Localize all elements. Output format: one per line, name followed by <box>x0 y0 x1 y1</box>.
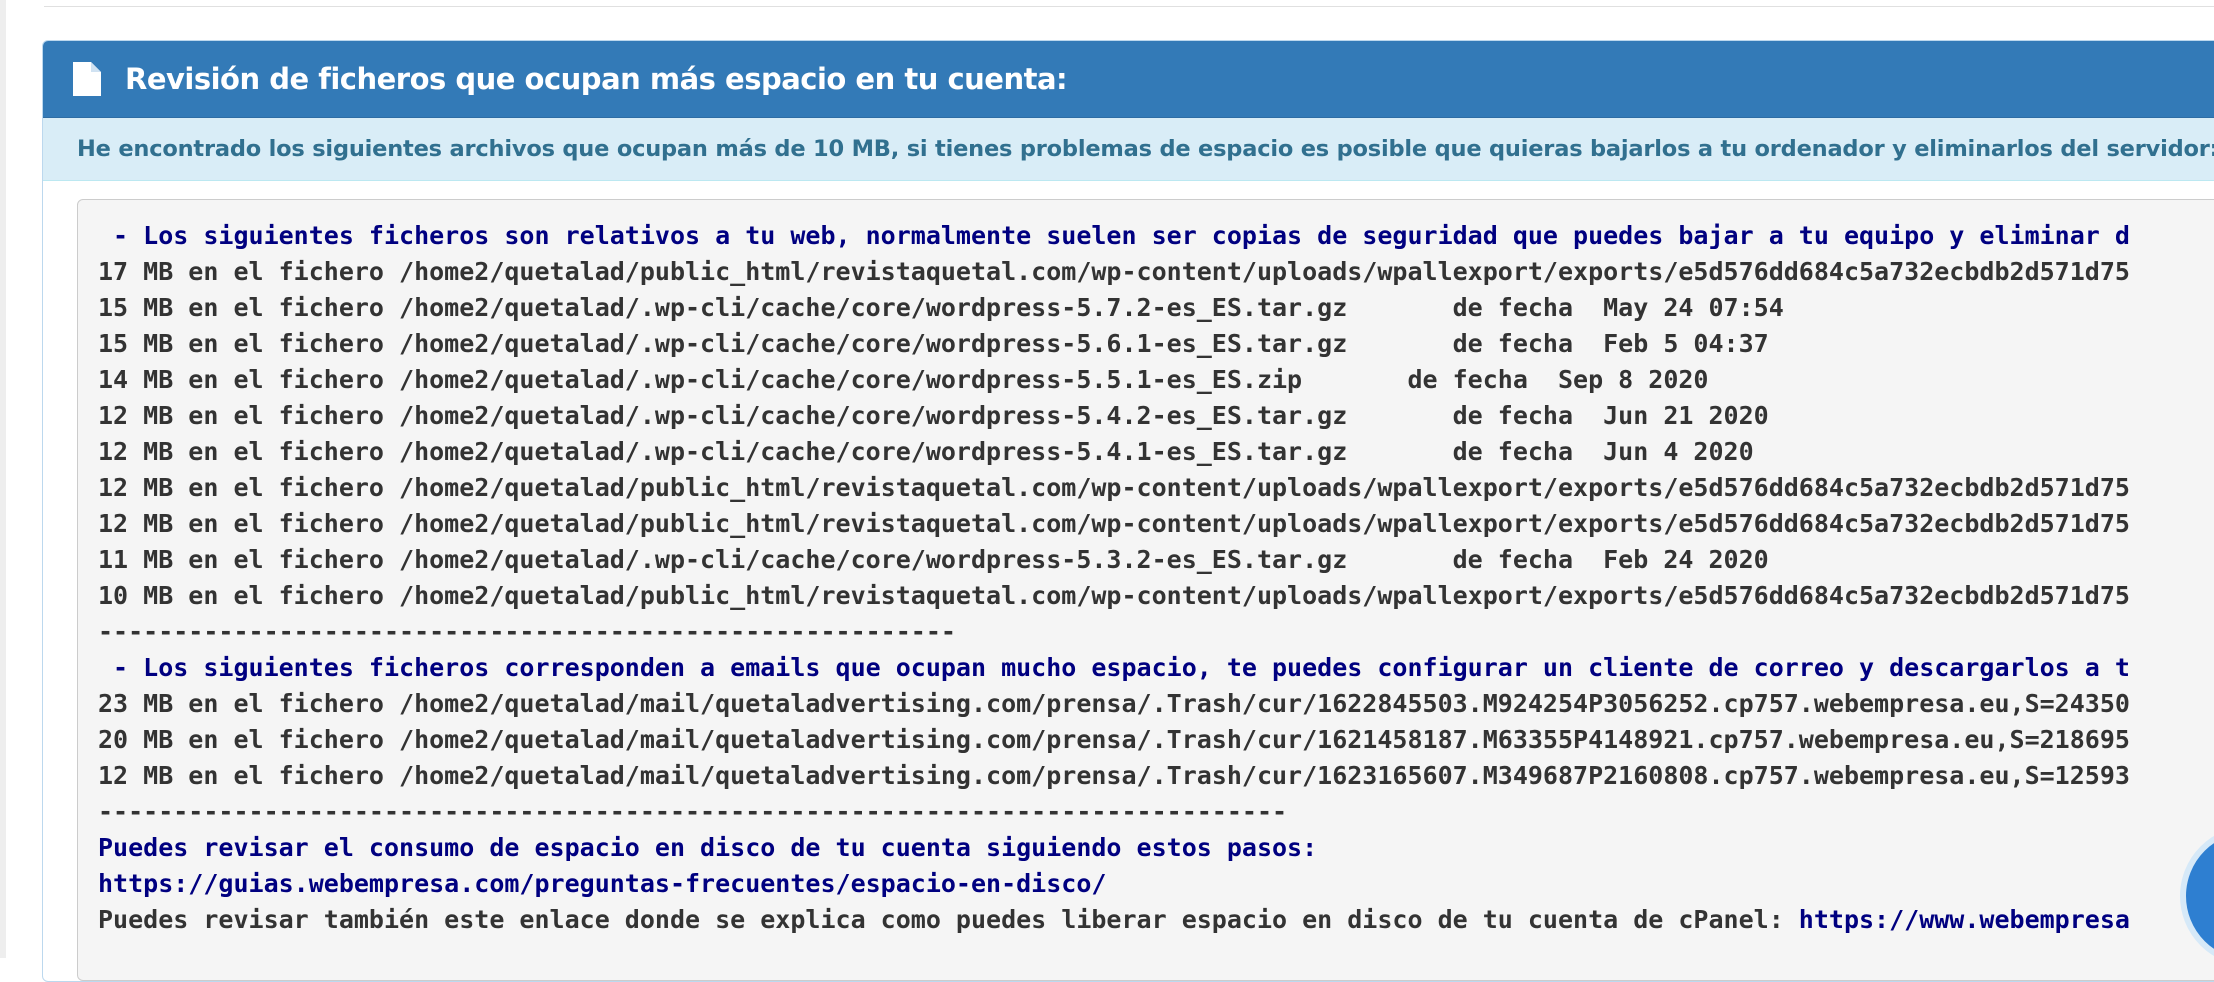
web-files-heading: - Los siguientes ficheros son relativos … <box>98 221 2130 250</box>
web-file-line: 10 MB en el fichero /home2/quetalad/publ… <box>98 581 2130 610</box>
mail-file-line: 20 MB en el fichero /home2/quetalad/mail… <box>98 725 2130 754</box>
panel-heading: Revisión de ficheros que ocupan más espa… <box>43 41 2214 118</box>
cpanel-help-link[interactable]: https://www.webempresa <box>1799 905 2130 934</box>
file-icon <box>73 62 101 96</box>
web-file-line: 11 MB en el fichero /home2/quetalad/.wp-… <box>98 545 1769 574</box>
web-file-line: 12 MB en el fichero /home2/quetalad/.wp-… <box>98 437 1754 466</box>
mail-files-heading: - Los siguientes ficheros corresponden a… <box>98 653 2130 682</box>
cpanel-help-text: Puedes revisar también este enlace donde… <box>98 905 1799 934</box>
web-file-line: 17 MB en el fichero /home2/quetalad/publ… <box>98 257 2130 286</box>
page-left-rule <box>0 0 6 958</box>
previous-panel-edge <box>44 0 2214 7</box>
web-file-line: 12 MB en el fichero /home2/quetalad/publ… <box>98 473 2130 502</box>
web-file-line: 15 MB en el fichero /home2/quetalad/.wp-… <box>98 293 1784 322</box>
large-files-panel: Revisión de ficheros que ocupan más espa… <box>42 40 2214 982</box>
disk-help-link[interactable]: https://guias.webempresa.com/preguntas-f… <box>98 869 1106 898</box>
separator: ----------------------------------------… <box>98 797 1288 826</box>
mail-file-line: 23 MB en el fichero /home2/quetalad/mail… <box>98 689 2130 718</box>
web-file-line: 14 MB en el fichero /home2/quetalad/.wp-… <box>98 365 1709 394</box>
mail-file-line: 12 MB en el fichero /home2/quetalad/mail… <box>98 761 2130 790</box>
panel-title: Revisión de ficheros que ocupan más espa… <box>125 62 1068 96</box>
separator: ----------------------------------------… <box>98 617 956 646</box>
web-file-line: 15 MB en el fichero /home2/quetalad/.wp-… <box>98 329 1769 358</box>
web-file-line: 12 MB en el fichero /home2/quetalad/.wp-… <box>98 401 1769 430</box>
report-output: - Los siguientes ficheros son relativos … <box>77 199 2214 981</box>
cpanel-help-line: Puedes revisar también este enlace donde… <box>98 902 2214 938</box>
info-notice: He encontrado los siguientes archivos qu… <box>43 118 2214 181</box>
web-file-line: 12 MB en el fichero /home2/quetalad/publ… <box>98 509 2130 538</box>
disk-help-text: Puedes revisar el consumo de espacio en … <box>98 833 1318 862</box>
